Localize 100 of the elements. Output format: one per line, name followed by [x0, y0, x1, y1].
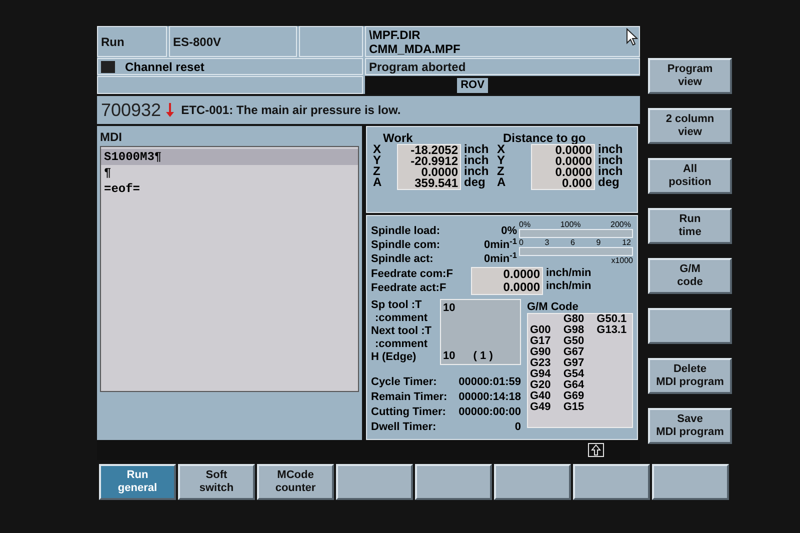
panel-title: G/M Code: [527, 300, 580, 313]
position-value: -18.2052: [410, 145, 458, 156]
g-code: G50: [563, 336, 586, 347]
spindle-value: 0min$^{-1}$: [484, 238, 517, 252]
field-label: Feedrate com:F: [371, 267, 454, 281]
scale-label: 100%: [560, 220, 581, 229]
program-line: ¶: [103, 165, 112, 181]
field-label: Sp tool :T: [371, 299, 423, 312]
mouse-pointer-icon: [626, 28, 638, 46]
position-value: 359.541: [414, 178, 458, 189]
feedrate-value: 0.0000: [503, 281, 540, 294]
program-path: \MPF.DIR CMM_MDA.MPF: [365, 26, 640, 57]
g-code: G69: [563, 391, 586, 402]
softkey-button[interactable]: [494, 464, 571, 500]
axis-label: A: [373, 177, 383, 188]
position-value: 0.0000: [421, 167, 458, 178]
field-label: Spindle act:: [371, 252, 434, 266]
softkey-button[interactable]: Run general: [99, 464, 176, 500]
position-value: -20.9912: [410, 156, 458, 167]
softkey-button[interactable]: All position: [648, 158, 732, 194]
feedrate-value: 0.0000: [503, 268, 540, 281]
position-value: 0.0000: [555, 167, 592, 178]
unit-label: inch: [598, 166, 624, 177]
override-indicator: ROV: [456, 78, 488, 92]
softkey-button[interactable]: Run time: [648, 208, 732, 244]
mode-label: Run: [97, 26, 167, 57]
unit-label: inch: [464, 144, 490, 155]
tool-number: 10: [443, 348, 456, 364]
axis-label: A: [497, 177, 507, 188]
unit-label: inch: [598, 155, 624, 166]
panel-title: MDI: [100, 129, 123, 146]
g-code: G13.1: [596, 325, 628, 336]
softkey-button[interactable]: [336, 464, 413, 500]
field-label: Feedrate act:F: [371, 281, 448, 295]
machine-name: ES-800V: [169, 26, 297, 57]
timer-value: 00000:14:18: [458, 390, 521, 405]
g-code: G90: [530, 347, 552, 358]
down-arrow-icon: [165, 103, 176, 117]
scale-label: 0%: [519, 220, 531, 229]
alarm-number: 700932: [101, 98, 162, 122]
axis-label: Z: [497, 166, 504, 177]
g-code: G54: [563, 369, 586, 380]
field-label: :comment: [374, 312, 429, 325]
field-label: Next tool :T: [371, 325, 432, 338]
g-code: G80: [563, 314, 586, 325]
spindle-value: 0min$^{-1}$: [484, 252, 517, 266]
spindle-value: 0%: [501, 224, 517, 238]
up-arrow-icon[interactable]: [588, 443, 604, 457]
timer-value: 00000:00:00: [458, 405, 521, 420]
scale-label: 200%: [610, 220, 631, 229]
softkey-button[interactable]: Soft switch: [178, 464, 255, 500]
softkey-button[interactable]: Program view: [648, 58, 732, 94]
g-code: G49: [530, 402, 552, 413]
scale-label: 9: [596, 238, 601, 247]
timer-value: 0: [514, 420, 521, 435]
unit-label: inch: [464, 155, 490, 166]
scale-label: x1000: [611, 256, 633, 265]
channel-status: Channel reset: [125, 58, 204, 76]
position-value: 0.0000: [555, 156, 592, 167]
unit-label: deg: [598, 177, 620, 188]
softkey-button[interactable]: [648, 308, 732, 344]
tool-number: 10: [443, 301, 456, 316]
scale-label: 6: [570, 238, 575, 247]
g-code: G97: [563, 358, 586, 369]
softkey-button[interactable]: [573, 464, 650, 500]
axis-label: Y: [373, 155, 382, 166]
edge-number: ( 1 ): [473, 348, 493, 364]
unit-label: deg: [464, 177, 486, 188]
g-code: G23: [530, 358, 552, 369]
softkey-button[interactable]: [652, 464, 729, 500]
field-label: H (Edge): [371, 351, 418, 364]
scale-label: 12: [622, 238, 631, 247]
softkey-button[interactable]: Save MDI program: [648, 408, 732, 444]
field-label: :comment: [374, 338, 429, 351]
g-code: G15: [563, 402, 586, 413]
softkey-button[interactable]: 2 column view: [648, 108, 732, 144]
g-code: G20: [530, 380, 552, 391]
g-code: G50.1: [596, 314, 628, 325]
timer-label: Cycle Timer:: [371, 375, 437, 390]
g-code: G17: [530, 336, 552, 347]
g-code: G94: [530, 369, 552, 380]
softkey-button[interactable]: [415, 464, 492, 500]
timer-label: Dwell Timer:: [371, 420, 436, 435]
field-label: Spindle load:: [371, 224, 442, 238]
timer-value: 00000:01:59: [458, 375, 521, 390]
alarm-message: ETC-001: The main air pressure is low.: [181, 102, 401, 119]
mdi-editor[interactable]: S1000M3¶ ¶ =eof=: [100, 146, 359, 392]
unit-label: inch: [598, 144, 624, 155]
scale-label: 3: [544, 238, 550, 247]
axis-label: Y: [497, 155, 506, 166]
g-code: G98: [563, 325, 586, 336]
position-value: 0.0000: [555, 145, 592, 156]
axis-label: X: [497, 144, 506, 155]
axis-label: Z: [373, 166, 380, 177]
softkey-button[interactable]: MCode counter: [257, 464, 334, 500]
status-indicator-icon: [101, 60, 115, 72]
unit-label: inch: [464, 166, 490, 177]
softkey-button[interactable]: Delete MDI program: [648, 358, 732, 394]
softkey-button[interactable]: G/M code: [648, 258, 732, 294]
program-line: =eof=: [103, 181, 142, 197]
